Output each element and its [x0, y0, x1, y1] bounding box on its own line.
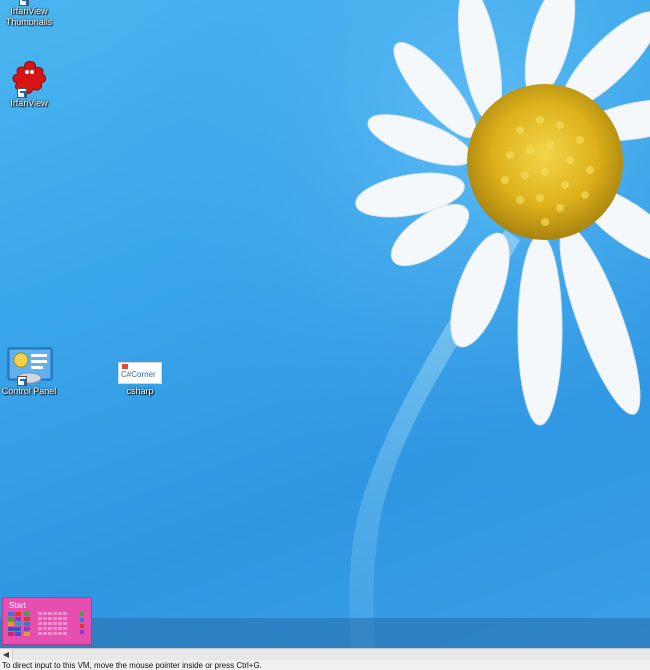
desktop-icon-csharp[interactable]: C#Corner csharp — [105, 352, 175, 397]
desktop-icon-label: csharp — [126, 386, 154, 396]
horizontal-scrollbar[interactable]: ◀ — [0, 648, 650, 660]
taskbar[interactable] — [0, 618, 650, 648]
desktop-icon-irfanview-thumbnails[interactable]: IrfanView Thumbnails — [0, 0, 64, 28]
logo-box: C#Corner — [118, 362, 162, 384]
logo-mark-icon — [122, 364, 128, 369]
status-message: To direct input to this VM, move the mou… — [2, 661, 262, 670]
shortcut-arrow-icon — [17, 376, 27, 386]
irfanview-icon — [5, 58, 53, 98]
logo-text: C#Corner — [121, 370, 156, 379]
shortcut-arrow-icon — [19, 0, 29, 6]
start-button[interactable]: Start — [2, 597, 92, 645]
irfanview-thumbnails-icon — [5, 0, 53, 6]
desktop-icon-label: Control Panel — [1, 386, 57, 396]
desktop-icon-control-panel[interactable]: Control Panel — [0, 346, 64, 397]
vm-status-bar: To direct input to this VM, move the mou… — [0, 660, 650, 670]
desktop-icon-label: IrfanView — [10, 98, 48, 108]
start-label: Start — [9, 601, 26, 610]
desktop-icon-label: IrfanView Thumbnails — [5, 6, 53, 27]
shortcut-arrow-icon — [17, 88, 27, 98]
csharp-corner-logo-icon: C#Corner — [118, 352, 162, 386]
scroll-left-arrow-icon[interactable]: ◀ — [0, 649, 13, 660]
start-screen-thumbnail-icon — [8, 612, 84, 636]
desktop[interactable]: IrfanView Thumbnails IrfanView Control P… — [0, 0, 650, 648]
daisy-wallpaper — [0, 0, 650, 648]
vm-screen[interactable]: IrfanView Thumbnails IrfanView Control P… — [0, 0, 650, 670]
control-panel-icon — [5, 346, 53, 386]
desktop-icon-irfanview[interactable]: IrfanView — [0, 58, 64, 109]
